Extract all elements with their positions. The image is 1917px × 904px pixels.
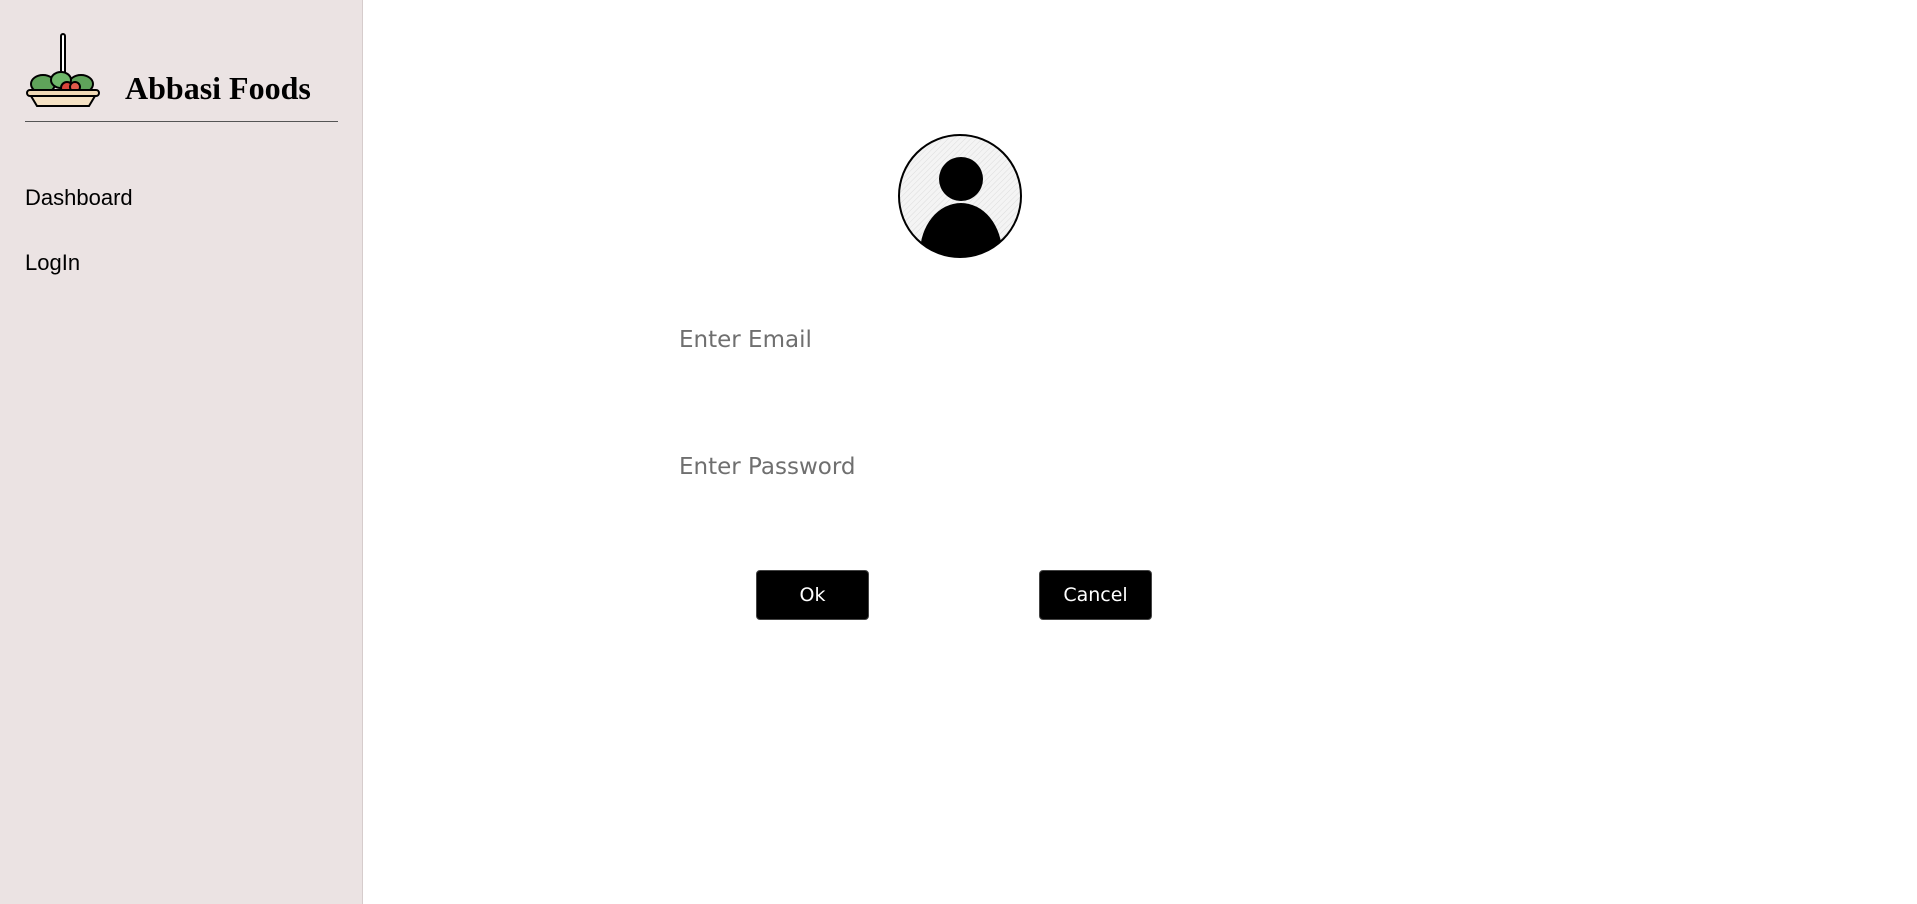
brand-title: Abbasi Foods (125, 70, 311, 106)
ok-button[interactable]: Ok (756, 570, 869, 620)
email-field[interactable] (679, 318, 1199, 362)
nav-dashboard[interactable]: Dashboard (25, 185, 133, 211)
login-panel: Ok Cancel (363, 0, 1917, 904)
sidebar: Abbasi Foods Dashboard LogIn (0, 0, 363, 904)
brand-header: Abbasi Foods (25, 32, 338, 122)
nav-login[interactable]: LogIn (25, 250, 80, 276)
cancel-button[interactable]: Cancel (1039, 570, 1152, 620)
user-avatar-icon (898, 134, 1022, 258)
salad-plate-icon (26, 33, 100, 107)
app-root: Abbasi Foods Dashboard LogIn Enter Email… (0, 0, 1917, 904)
password-field[interactable] (679, 445, 1199, 489)
